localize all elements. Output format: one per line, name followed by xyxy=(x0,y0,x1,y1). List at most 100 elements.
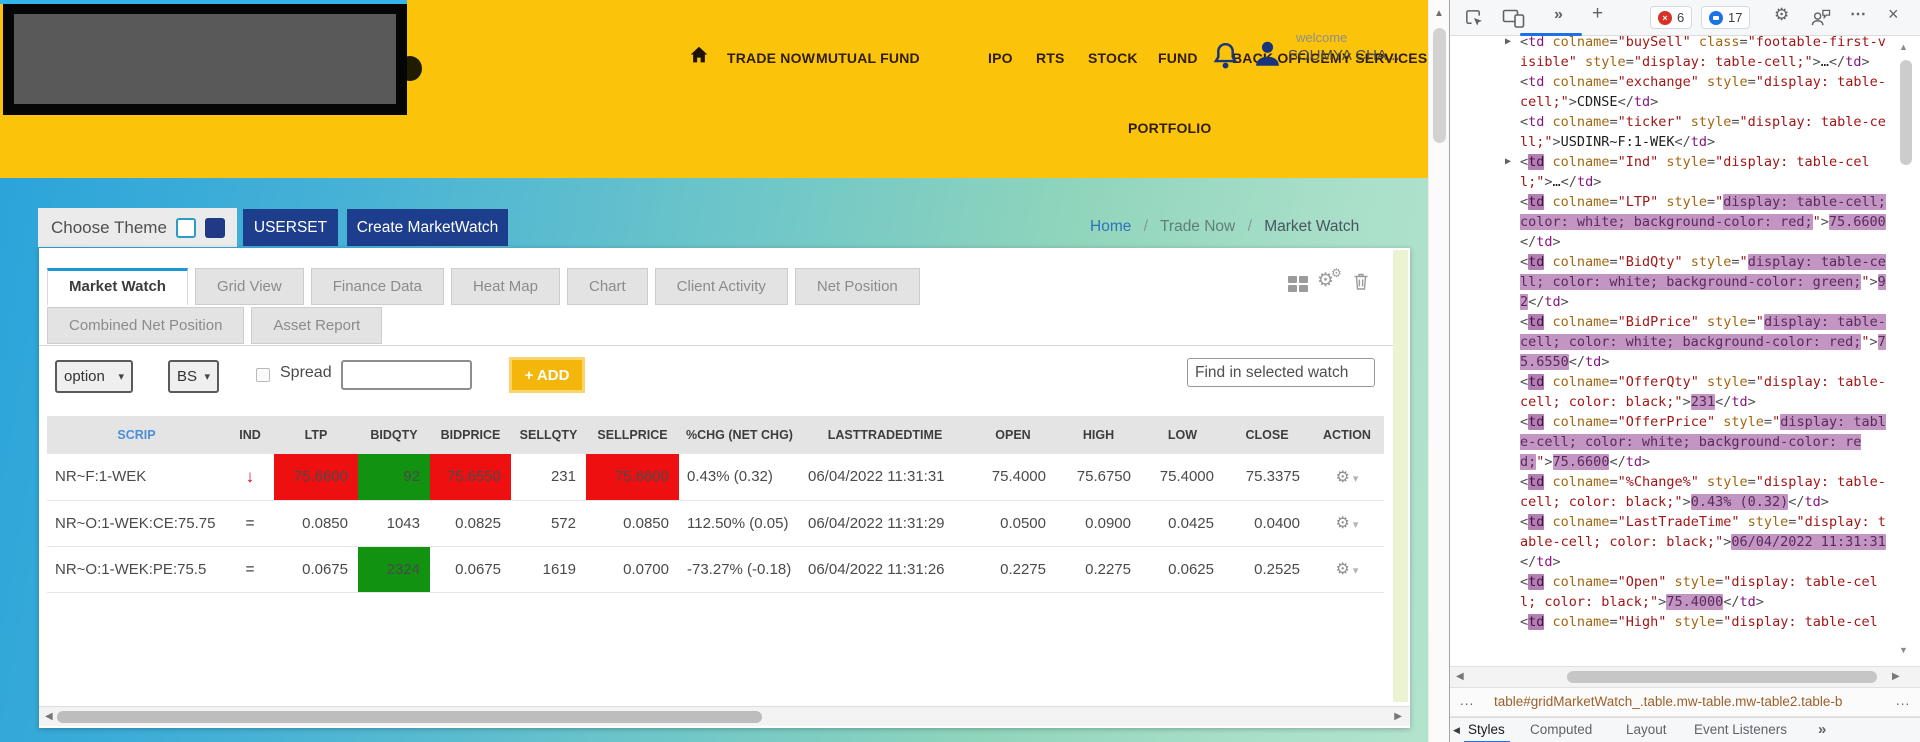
nav-rts[interactable]: RTS xyxy=(1036,50,1065,66)
nav-ipo[interactable]: IPO xyxy=(988,50,1013,66)
tab-chart[interactable]: Chart xyxy=(566,268,648,305)
dom-tree-line[interactable]: <td colname="ticker" style="display: tab… xyxy=(1450,112,1896,152)
table-row[interactable]: NR~O:1-WEK:PE:75.5 = 0.0675 2324 0.0675 1619 0… xyxy=(47,546,1384,593)
column-header-action[interactable]: ACTION xyxy=(1310,416,1384,454)
create-marketwatch-button[interactable]: Create MarketWatch xyxy=(347,209,508,246)
find-in-watch-input[interactable] xyxy=(1187,358,1375,387)
spread-checkbox[interactable] xyxy=(256,368,270,382)
tab-layout[interactable]: Layout xyxy=(1626,722,1667,737)
tree-scroll-down-icon[interactable]: ▼ xyxy=(1899,645,1908,655)
column-header-bidprice[interactable]: BIDPRICE xyxy=(430,416,511,454)
scroll-right-icon[interactable]: ▶ xyxy=(1394,711,1402,722)
devtools-menu-icon[interactable]: ⋯ xyxy=(1850,4,1866,24)
tab-combined-net-position[interactable]: Combined Net Position xyxy=(47,307,245,344)
card-horizontal-scrollbar[interactable]: ◀ ▶ xyxy=(39,706,1410,726)
dom-tree-line[interactable]: <td colname="High" style="display: table… xyxy=(1450,612,1896,632)
theme-light-swatch[interactable] xyxy=(175,217,196,238)
dom-tree-line[interactable]: <td colname="%Change%" style="display: t… xyxy=(1450,472,1896,512)
nav-trade-now[interactable]: TRADE NOW xyxy=(727,50,815,66)
column-header-high[interactable]: HIGH xyxy=(1056,416,1141,454)
segment-select[interactable]: option ▾ xyxy=(55,360,133,393)
dom-tree-line[interactable]: <td colname="LastTradeTime" style="displ… xyxy=(1450,512,1896,572)
settings-gears-icon[interactable]: ⚙ ⚙ xyxy=(1317,266,1342,292)
dom-tree-line[interactable]: <td colname="OfferPrice" style="display:… xyxy=(1450,412,1896,472)
tab-computed[interactable]: Computed xyxy=(1530,722,1592,737)
tab-grid-view[interactable]: Grid View xyxy=(194,268,304,305)
tree-horizontal-scrollbar[interactable]: ◀ ▶ xyxy=(1450,666,1920,688)
column-header-sellqty[interactable]: SELLQTY xyxy=(511,416,586,454)
column-header-sellprice[interactable]: SELLPRICE xyxy=(586,416,679,454)
breadcrumb-overflow-right[interactable]: ... xyxy=(1896,693,1910,708)
scroll-left-icon[interactable]: ◀ xyxy=(1456,671,1464,682)
tree-horizontal-thumb[interactable] xyxy=(1567,671,1877,683)
inspect-element-icon[interactable] xyxy=(1464,8,1483,27)
page-scroll-thumb[interactable] xyxy=(1433,28,1446,143)
column-header-open[interactable]: OPEN xyxy=(970,416,1056,454)
column-header-chg[interactable]: %CHG (NET CHG) xyxy=(679,416,800,454)
tab-market-watch[interactable]: Market Watch xyxy=(47,268,188,305)
user-avatar-icon[interactable] xyxy=(1252,38,1283,69)
breadcrumb-overflow-left[interactable]: ... xyxy=(1460,693,1474,708)
trash-icon[interactable] xyxy=(1353,272,1369,291)
row-caret-down-icon[interactable]: ▾ xyxy=(1350,519,1359,531)
tab-net-position[interactable]: Net Position xyxy=(794,268,920,305)
userset-button[interactable]: USERSET xyxy=(243,209,338,246)
dom-tree-line[interactable]: <td colname="LTP" style="display: table-… xyxy=(1450,192,1896,252)
scroll-right-icon[interactable]: ▶ xyxy=(1892,671,1900,682)
devtools-settings-icon[interactable]: ⚙ xyxy=(1774,5,1789,25)
breadcrumb-home[interactable]: Home xyxy=(1090,218,1131,235)
dom-tree-line[interactable]: ▶ <td colname="buySell" class="footable-f… xyxy=(1450,36,1896,72)
tab-styles[interactable]: Styles xyxy=(1468,722,1505,737)
scroll-up-icon[interactable]: ▲ xyxy=(1434,8,1444,19)
tree-scroll-thumb[interactable] xyxy=(1900,60,1912,165)
elements-tree[interactable]: ▶ <td colname="buySell" class="footable-f… xyxy=(1450,36,1896,664)
nav-mutual-fund[interactable]: MUTUAL FUND xyxy=(816,50,920,66)
tab-heat-map[interactable]: Heat Map xyxy=(450,268,560,305)
more-panels-chevron-icon[interactable]: » xyxy=(1554,6,1563,24)
breadcrumb-trade-now[interactable]: Trade Now xyxy=(1160,218,1235,235)
tab-scroll-left-icon[interactable]: ◀ xyxy=(1453,725,1460,736)
devtools-close-icon[interactable]: × xyxy=(1888,4,1899,25)
tab-event-listeners[interactable]: Event Listeners xyxy=(1694,722,1787,737)
selected-element-path[interactable]: table#gridMarketWatch_.table.mw-table.mw… xyxy=(1494,694,1890,709)
column-header-ltp[interactable]: LTP xyxy=(274,416,358,454)
column-header-close[interactable]: CLOSE xyxy=(1224,416,1310,454)
column-header-time[interactable]: LASTTRADEDTIME xyxy=(800,416,970,454)
grid-layout-icon[interactable] xyxy=(1288,276,1308,292)
page-scrollbar[interactable]: ▲ xyxy=(1428,0,1449,742)
expand-arrow-icon[interactable]: ▶ xyxy=(1505,152,1511,172)
column-header-low[interactable]: LOW xyxy=(1141,416,1224,454)
table-row[interactable]: NR~F:1-WEK ↓ 75.6600 92 75.6550 231 75.6600 0.4… xyxy=(47,454,1384,501)
dom-tree-line[interactable]: <td colname="OfferQty" style="display: t… xyxy=(1450,372,1896,412)
message-badge[interactable]: 17 xyxy=(1701,6,1751,29)
nav-fund[interactable]: FUND xyxy=(1158,50,1198,66)
card-scroll-strip[interactable] xyxy=(1393,250,1408,702)
row-settings-gear-icon[interactable]: ⚙ xyxy=(1336,469,1350,486)
add-button[interactable]: + ADD xyxy=(509,357,585,393)
column-header-scrip[interactable]: SCRIP xyxy=(47,416,226,454)
tab-client-activity[interactable]: Client Activity xyxy=(654,268,788,305)
row-settings-gear-icon[interactable]: ⚙ xyxy=(1336,561,1350,578)
row-caret-down-icon[interactable]: ▾ xyxy=(1350,565,1359,577)
more-tabs-chevron-icon[interactable]: » xyxy=(1818,721,1826,738)
tree-scroll-up-icon[interactable]: ▲ xyxy=(1899,42,1908,52)
bs-select[interactable]: BS ▾ xyxy=(168,360,219,393)
dom-tree-line[interactable]: <td colname="BidPrice" style="display: t… xyxy=(1450,312,1896,372)
expand-arrow-icon[interactable]: ▶ xyxy=(1505,36,1511,52)
horizontal-scroll-thumb[interactable] xyxy=(57,711,762,723)
scrip-entry-input[interactable] xyxy=(341,360,472,390)
nav-portfolio[interactable]: PORTFOLIO xyxy=(1128,120,1211,136)
feedback-icon[interactable] xyxy=(1810,8,1831,27)
tab-finance-data[interactable]: Finance Data xyxy=(310,268,444,305)
row-settings-gear-icon[interactable]: ⚙ xyxy=(1336,515,1350,532)
dom-tree-line[interactable]: <td colname="BidQty" style="display: tab… xyxy=(1450,252,1896,312)
nav-stock[interactable]: STOCK xyxy=(1088,50,1138,66)
error-badge[interactable]: × 6 xyxy=(1650,6,1693,29)
dom-tree-line[interactable]: ▶ <td colname="Ind" style="display: table… xyxy=(1450,152,1896,192)
row-caret-down-icon[interactable]: ▾ xyxy=(1350,473,1359,485)
tab-asset-report[interactable]: Asset Report xyxy=(251,307,383,344)
home-icon[interactable] xyxy=(688,44,710,66)
device-toolbar-icon[interactable] xyxy=(1502,9,1525,28)
add-panel-icon[interactable]: + xyxy=(1592,3,1603,25)
dom-tree-line[interactable]: <td colname="Open" style="display: table… xyxy=(1450,572,1896,612)
